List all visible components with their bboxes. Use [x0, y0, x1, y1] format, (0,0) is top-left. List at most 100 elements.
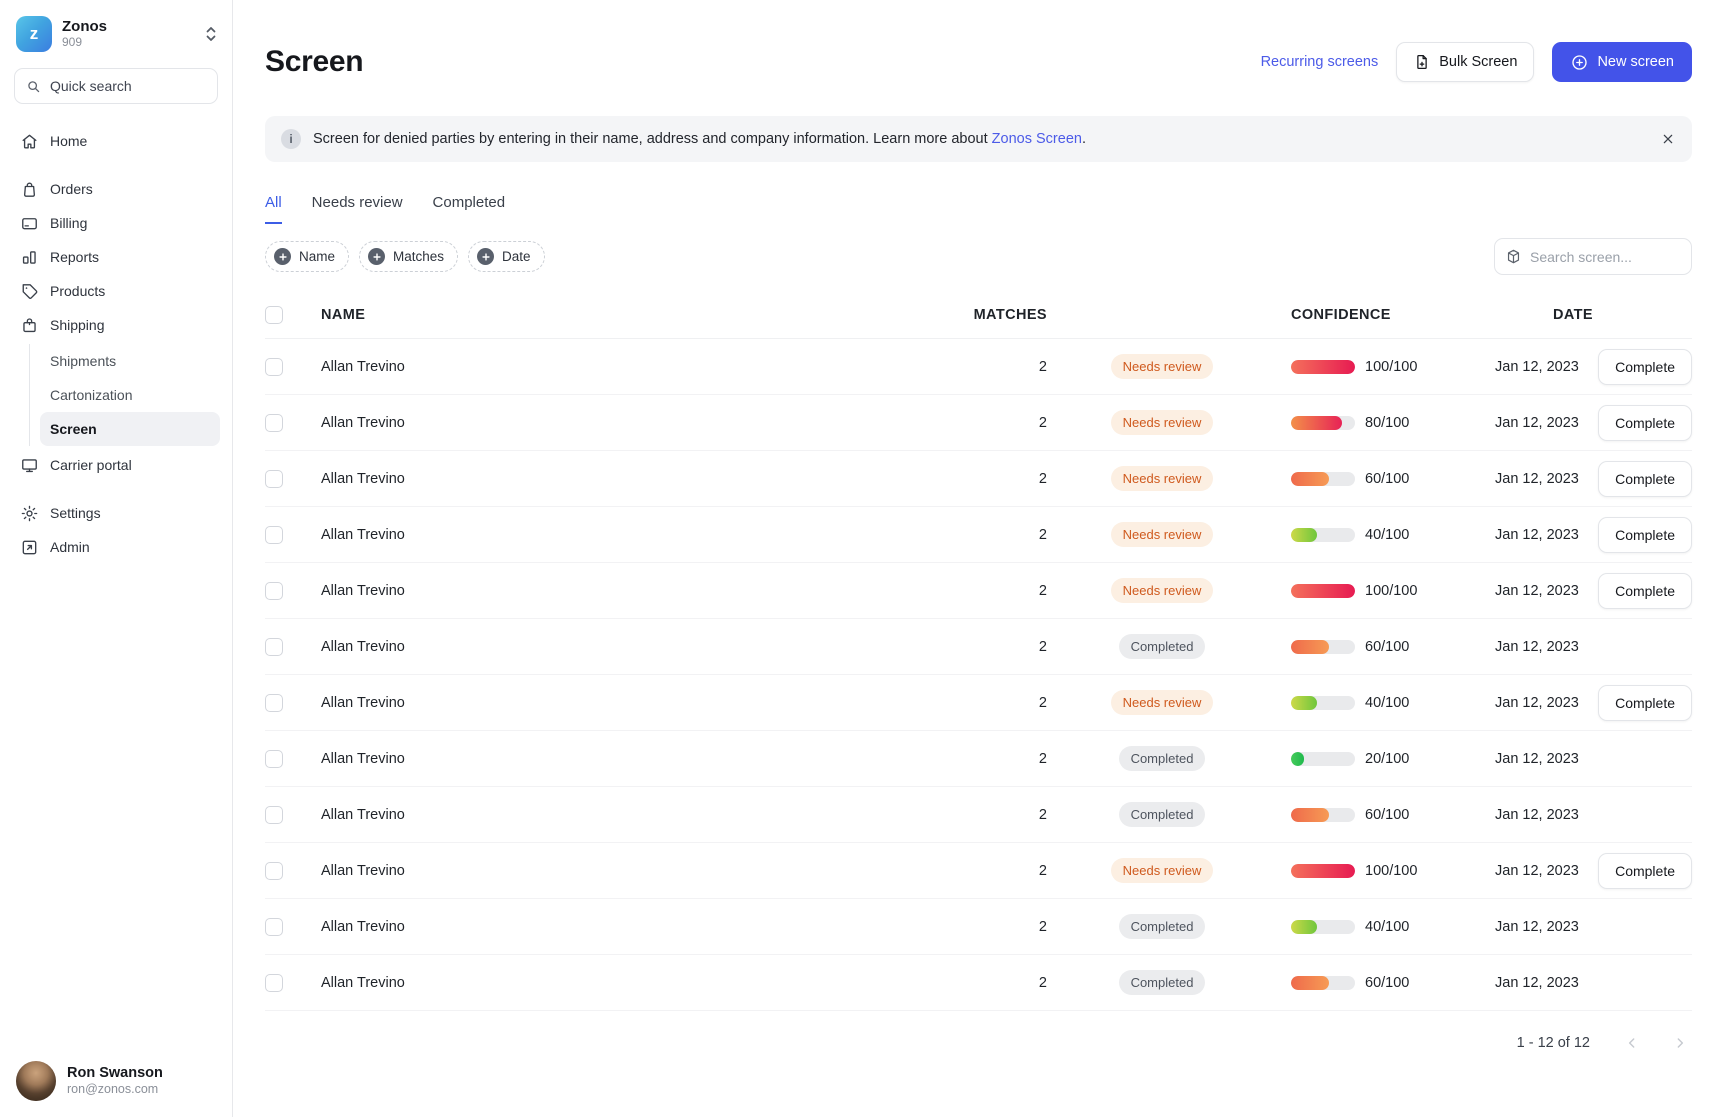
filter-chip-label: Date: [502, 249, 531, 264]
new-screen-button[interactable]: New screen: [1552, 42, 1692, 82]
row-checkbox[interactable]: [265, 358, 283, 376]
row-checkbox[interactable]: [265, 526, 283, 544]
row-checkbox[interactable]: [265, 582, 283, 600]
info-icon: i: [281, 129, 301, 149]
table-row: Allan Trevino2Completed60/100Jan 12, 202…: [265, 619, 1692, 675]
user-menu[interactable]: Ron Swanson ron@zonos.com: [0, 1045, 232, 1117]
row-name: Allan Trevino: [305, 695, 937, 711]
row-checkbox[interactable]: [265, 694, 283, 712]
row-checkbox[interactable]: [265, 638, 283, 656]
sidebar-item-label: Reports: [50, 249, 99, 265]
row-checkbox[interactable]: [265, 414, 283, 432]
complete-button[interactable]: Complete: [1598, 517, 1692, 553]
sidebar-item-home[interactable]: Home: [12, 124, 220, 158]
row-checkbox[interactable]: [265, 862, 283, 880]
row-name: Allan Trevino: [305, 807, 937, 823]
tab-needs-review[interactable]: Needs review: [312, 194, 403, 224]
filter-chip-name[interactable]: Name: [265, 241, 349, 272]
main-content: Screen Recurring screens Bulk Screen New…: [233, 0, 1728, 1117]
sidebar-item-shipping[interactable]: Shipping: [12, 308, 220, 342]
status-badge: Needs review: [1111, 410, 1214, 435]
bulk-screen-button[interactable]: Bulk Screen: [1396, 42, 1534, 82]
org-id: 909: [62, 36, 107, 50]
column-header-date: DATE: [1467, 307, 1597, 323]
row-checkbox[interactable]: [265, 974, 283, 992]
tab-all[interactable]: All: [265, 194, 282, 224]
row-name: Allan Trevino: [305, 527, 937, 543]
sidebar-nav: Home Orders Billing Reports Products: [0, 110, 232, 564]
row-matches: 2: [937, 751, 1047, 767]
tag-icon: [20, 282, 39, 301]
org-logo: z: [16, 16, 52, 52]
org-switcher[interactable]: z Zonos 909: [0, 0, 232, 60]
chevron-right-icon[interactable]: [1668, 1031, 1692, 1055]
row-matches: 2: [937, 471, 1047, 487]
row-date: Jan 12, 2023: [1467, 583, 1597, 599]
table-row: Allan Trevino2Completed40/100Jan 12, 202…: [265, 899, 1692, 955]
sidebar-item-shipments[interactable]: Shipments: [40, 344, 220, 378]
sidebar-item-reports[interactable]: Reports: [12, 240, 220, 274]
table-row: Allan Trevino2Needs review40/100Jan 12, …: [265, 507, 1692, 563]
table-row: Allan Trevino2Completed20/100Jan 12, 202…: [265, 731, 1692, 787]
confidence-bar: [1291, 528, 1355, 542]
row-checkbox[interactable]: [265, 750, 283, 768]
row-checkbox[interactable]: [265, 470, 283, 488]
tab-completed[interactable]: Completed: [433, 194, 506, 224]
confidence-bar: [1291, 640, 1355, 654]
file-plus-icon: [1413, 53, 1431, 71]
sidebar-item-screen[interactable]: Screen: [40, 412, 220, 446]
confidence-score: 40/100: [1365, 695, 1409, 711]
row-matches: 2: [937, 695, 1047, 711]
row-name: Allan Trevino: [305, 415, 937, 431]
sidebar-item-billing[interactable]: Billing: [12, 206, 220, 240]
sidebar-item-admin[interactable]: Admin: [12, 530, 220, 564]
zonos-screen-link[interactable]: Zonos Screen: [992, 131, 1082, 147]
complete-button[interactable]: Complete: [1598, 573, 1692, 609]
shipping-subnav: Shipments Cartonization Screen: [29, 344, 220, 446]
complete-button[interactable]: Complete: [1598, 405, 1692, 441]
complete-button[interactable]: Complete: [1598, 349, 1692, 385]
sidebar-item-orders[interactable]: Orders: [12, 172, 220, 206]
row-matches: 2: [937, 359, 1047, 375]
row-matches: 2: [937, 527, 1047, 543]
cube-icon: [1505, 248, 1522, 265]
filter-chip-date[interactable]: Date: [468, 241, 545, 272]
table-row: Allan Trevino2Needs review100/100Jan 12,…: [265, 339, 1692, 395]
confidence-bar: [1291, 864, 1355, 878]
row-matches: 2: [937, 807, 1047, 823]
table-row: Allan Trevino2Needs review60/100Jan 12, …: [265, 451, 1692, 507]
row-checkbox[interactable]: [265, 918, 283, 936]
select-all-checkbox[interactable]: [265, 306, 283, 324]
filter-chip-matches[interactable]: Matches: [359, 241, 458, 272]
screen-search-input[interactable]: [1530, 249, 1681, 265]
table-row: Allan Trevino2Needs review40/100Jan 12, …: [265, 675, 1692, 731]
row-matches: 2: [937, 583, 1047, 599]
sidebar-item-carrier-portal[interactable]: Carrier portal: [12, 448, 220, 482]
sidebar-item-settings[interactable]: Settings: [12, 496, 220, 530]
row-name: Allan Trevino: [305, 471, 937, 487]
banner-text: Screen for denied parties by entering in…: [313, 131, 1086, 147]
complete-button[interactable]: Complete: [1598, 461, 1692, 497]
sidebar-item-label: Billing: [50, 215, 87, 231]
recurring-screens-link[interactable]: Recurring screens: [1261, 54, 1379, 70]
quick-search[interactable]: [14, 68, 218, 104]
complete-button[interactable]: Complete: [1598, 853, 1692, 889]
status-badge: Completed: [1119, 970, 1206, 995]
org-name: Zonos: [62, 18, 107, 35]
pagination-label: 1 - 12 of 12: [1517, 1035, 1590, 1051]
row-checkbox[interactable]: [265, 806, 283, 824]
quick-search-input[interactable]: [50, 78, 207, 94]
row-name: Allan Trevino: [305, 863, 937, 879]
confidence-score: 100/100: [1365, 583, 1417, 599]
confidence-bar: [1291, 360, 1355, 374]
confidence-bar: [1291, 752, 1355, 766]
complete-button[interactable]: Complete: [1598, 685, 1692, 721]
bulk-screen-label: Bulk Screen: [1439, 54, 1517, 70]
close-icon[interactable]: [1660, 131, 1676, 147]
sidebar-item-products[interactable]: Products: [12, 274, 220, 308]
row-matches: 2: [937, 639, 1047, 655]
row-matches: 2: [937, 415, 1047, 431]
chevron-left-icon[interactable]: [1620, 1031, 1644, 1055]
sidebar-item-cartonization[interactable]: Cartonization: [40, 378, 220, 412]
screen-search[interactable]: [1494, 238, 1692, 275]
